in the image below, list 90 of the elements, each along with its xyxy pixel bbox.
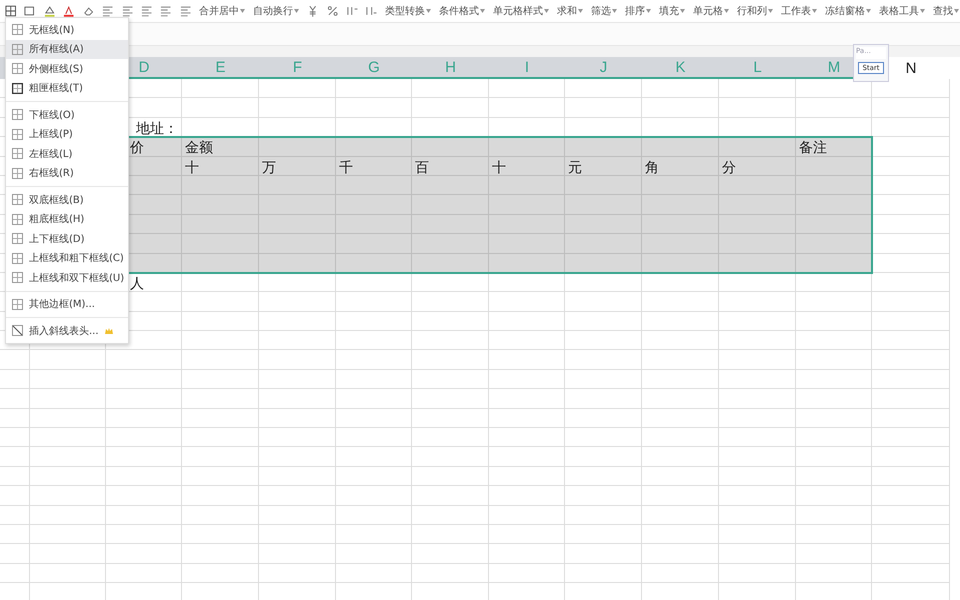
- border-icon: [12, 24, 23, 36]
- toolbar-button[interactable]: 筛选: [590, 4, 618, 18]
- toolbar-button[interactable]: 合并居中: [198, 4, 246, 18]
- border-icon: [12, 168, 23, 179]
- caret-icon: [240, 9, 246, 13]
- cell-format-icon[interactable]: [23, 4, 37, 18]
- caret-icon: [812, 9, 817, 13]
- caret-icon: [954, 9, 959, 13]
- diagonal-border-icon: [12, 325, 23, 336]
- border-icon: [12, 44, 23, 55]
- caret-icon: [680, 9, 685, 13]
- border-icon: [12, 252, 23, 264]
- table-cell: [0, 466, 30, 486]
- table-cell: [0, 370, 30, 390]
- toolbar-button[interactable]: 查找: [932, 4, 960, 18]
- menu-item[interactable]: 粗匣框线(T): [6, 78, 128, 98]
- table-cell: 十: [489, 156, 565, 176]
- caret-icon: [646, 9, 651, 13]
- percent-icon[interactable]: [326, 4, 340, 18]
- menu-item[interactable]: 上下框线(D): [6, 229, 128, 248]
- table-cell: 百: [412, 156, 489, 176]
- toolbar-button[interactable]: 工作表: [780, 4, 818, 18]
- table-cell: [0, 408, 30, 428]
- border-icon: [12, 272, 23, 284]
- table-cell: [0, 544, 30, 564]
- caret-icon: [724, 9, 729, 13]
- caret-icon: [612, 9, 617, 13]
- table-cell: 十: [182, 156, 259, 176]
- fill-color-icon[interactable]: [42, 4, 56, 18]
- align-icon[interactable]: [159, 4, 173, 18]
- menu-item[interactable]: 其他边框(M)...: [6, 294, 128, 314]
- table-cell: [0, 506, 30, 525]
- caret-icon: [294, 9, 300, 13]
- borders-icon[interactable]: [4, 4, 18, 18]
- border-icon: [12, 194, 23, 206]
- toolbar-button[interactable]: 单元格样式: [492, 4, 550, 18]
- table-cell: 分: [719, 156, 796, 176]
- toolbar-button[interactable]: 排序: [624, 4, 652, 18]
- border-icon: [12, 109, 23, 120]
- menu-item[interactable]: 粗底框线(H): [6, 210, 128, 229]
- table-cell: [0, 447, 30, 467]
- caret-icon: [866, 9, 871, 13]
- menu-item[interactable]: 所有框线(A): [6, 40, 128, 59]
- align-icon[interactable]: [140, 4, 154, 18]
- border-icon: [12, 82, 23, 94]
- caret-icon: [578, 9, 583, 13]
- toolbar-button[interactable]: 表格工具: [878, 4, 926, 18]
- toolbar-button[interactable]: 求和: [556, 4, 584, 18]
- table-cell: [0, 524, 30, 544]
- border-icon: [12, 214, 23, 225]
- toolbar-button[interactable]: 行和列: [736, 4, 774, 18]
- caret-icon: [426, 9, 431, 13]
- border-icon: [12, 63, 23, 74]
- table-cell: [0, 389, 30, 409]
- menu-item[interactable]: 插入斜线表头...: [6, 321, 128, 340]
- table-cell: [0, 486, 30, 506]
- table-cell: 备注: [796, 137, 872, 157]
- border-icon: [12, 128, 23, 140]
- caret-icon: [480, 9, 485, 13]
- menu-item[interactable]: 无框线(N): [6, 20, 128, 40]
- border-icon: [12, 298, 23, 310]
- toolbar-button[interactable]: 自动换行: [252, 4, 300, 18]
- decimal-icon[interactable]: [364, 4, 378, 18]
- toolbar-button[interactable]: 冻结窗格: [824, 4, 872, 18]
- menu-item[interactable]: 双底框线(B): [6, 190, 128, 210]
- crown-icon: [104, 326, 113, 335]
- table-cell: 千: [336, 156, 412, 176]
- table-cell: [0, 350, 30, 370]
- decimal-icon[interactable]: [345, 4, 358, 18]
- border-icon: [12, 233, 23, 244]
- toolbar-button[interactable]: 类型转换: [384, 4, 432, 18]
- font-color-icon[interactable]: [62, 4, 76, 18]
- caret-icon: [920, 9, 925, 13]
- table-cell: 金额: [182, 137, 259, 157]
- table-cell: 元: [565, 156, 642, 176]
- table-cell: [0, 428, 30, 448]
- align-icon[interactable]: [178, 4, 192, 18]
- toolbar-button[interactable]: 单元格: [692, 4, 730, 18]
- toolbar-button[interactable]: 条件格式: [438, 4, 486, 18]
- table-cell: 万: [259, 156, 336, 176]
- table-cell: 角: [642, 156, 719, 176]
- caret-icon: [544, 9, 549, 13]
- border-icon: [12, 148, 23, 160]
- caret-icon: [768, 9, 773, 13]
- align-icon[interactable]: [120, 4, 134, 18]
- align-icon[interactable]: [101, 4, 115, 18]
- toolbar-button[interactable]: 填充: [658, 4, 686, 18]
- menu-item[interactable]: 上框线和粗下框线(C): [6, 248, 128, 268]
- menu-item[interactable]: 右框线(R): [6, 164, 128, 183]
- table-cell: [0, 564, 30, 584]
